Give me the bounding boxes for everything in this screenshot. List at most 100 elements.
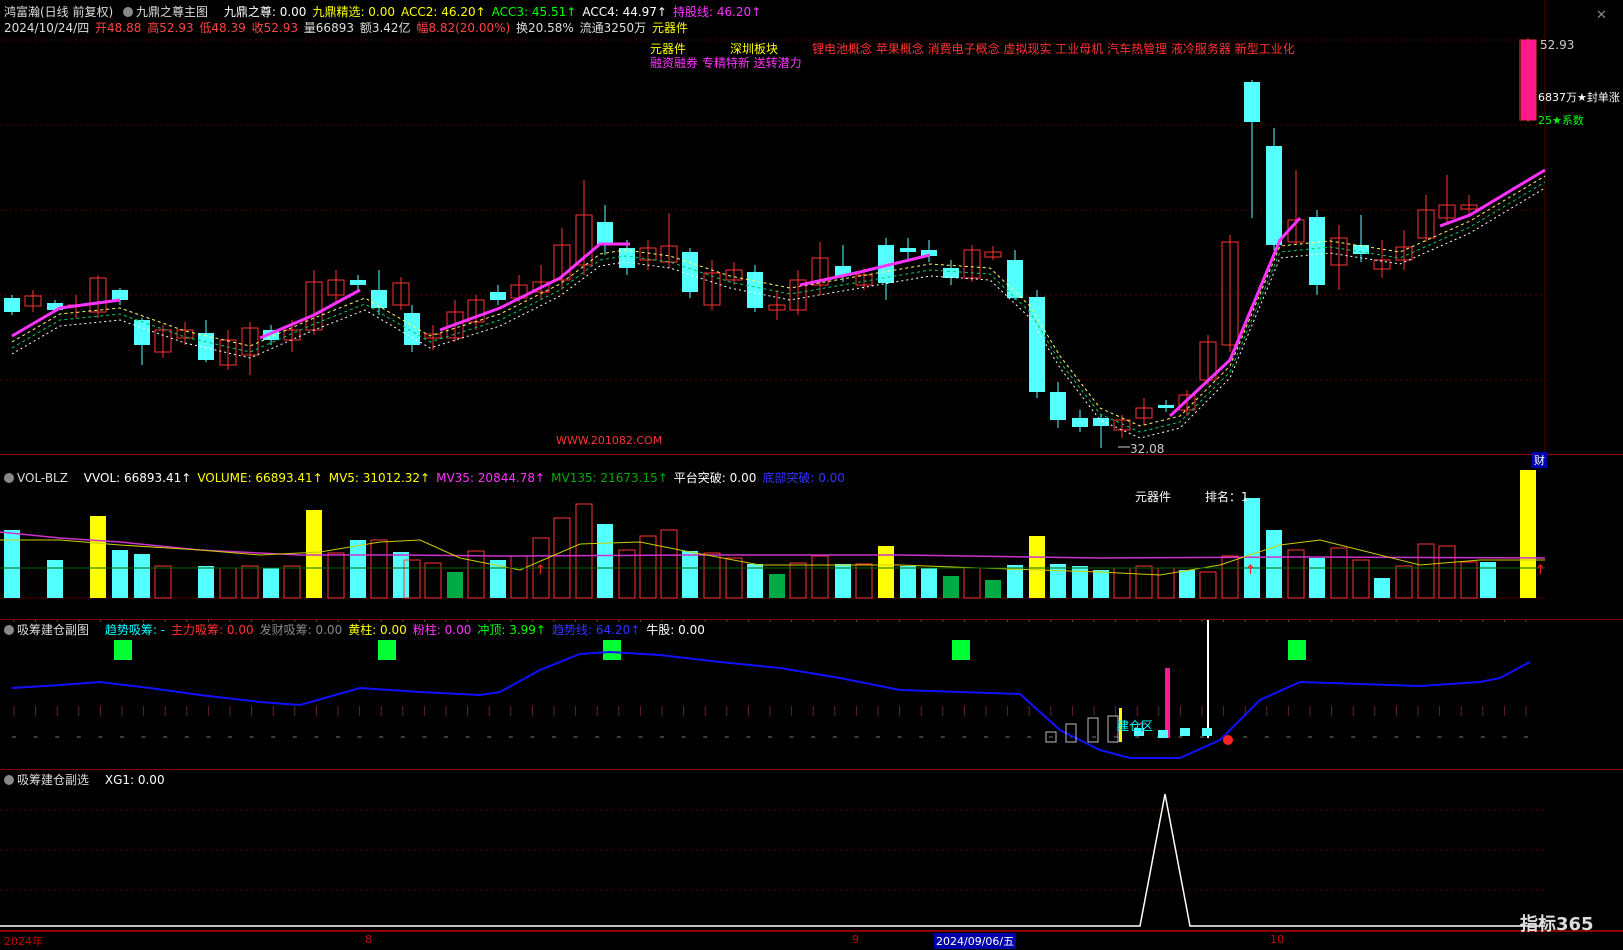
close-panel-icon[interactable]: ✕ (1596, 8, 1607, 23)
vol-field-3: MV35: 20844.78↑ (436, 471, 546, 485)
vol-field-5: 平台突破: 0.00 (673, 471, 757, 485)
volume-bar (1157, 567, 1175, 599)
main-field-5: 持股线: 46.20↑ (672, 5, 762, 19)
signal-square (603, 640, 621, 660)
candle-body (1158, 405, 1174, 408)
quote-high: 高52.93 (147, 21, 194, 35)
trend-line (11, 650, 1531, 759)
selection-panel[interactable]: 吸筹建仓副选 XG1: 0.00 (0, 770, 1623, 931)
volume-bar (447, 572, 463, 598)
volume-up-arrow: ↑ (1245, 563, 1256, 578)
quote-turnover: 换20.58% (516, 21, 574, 35)
main-header: 鸿富瀚(日线 前复权) 九鼎之尊主图 九鼎之尊: 0.00 九鼎精选: 0.00 A… (4, 4, 773, 20)
volume-bar (327, 552, 345, 599)
sub1-field-5: 冲顶: 3.99↑ (477, 623, 546, 637)
candle-body (371, 290, 387, 308)
cyan-marker (1180, 728, 1190, 736)
volume-bar (1374, 578, 1390, 598)
vol-field-1: VOLUME: 66893.41↑ (197, 471, 323, 485)
volume-bar (306, 510, 322, 598)
website-watermark: WWW.201082.COM (556, 434, 663, 447)
rank-sector: 元器件 (1135, 490, 1172, 504)
volume-bar (725, 557, 743, 599)
volume-panel[interactable]: ↑ ↑ ↑ VOL-BLZ VVOL: 66893.41↑ VOLUME: 66893… (0, 470, 1623, 620)
volume-bar (1221, 555, 1239, 599)
selection-indicator-name[interactable]: 吸筹建仓副选 (17, 773, 89, 787)
settings-icon[interactable] (4, 625, 14, 635)
quote-sector: 元器件 (652, 21, 689, 35)
volume-bar (467, 550, 485, 599)
accumulation-bar (1087, 717, 1099, 743)
cursor-date: 2024/09/06/五 (934, 933, 1017, 949)
volume-bar (1520, 470, 1536, 598)
candle-body (597, 222, 613, 245)
volume-bar (553, 517, 571, 599)
volume-bar (660, 529, 678, 599)
concept-tags: 锂电池概念 苹果概念 消费电子概念 虚拟现实 工业母机 汽车热管理 液冷服务器 … (812, 42, 1295, 56)
sub1-field-6: 趋势线: 64.20↑ (552, 623, 641, 637)
main-chart-panel[interactable]: 鸿富瀚(日线 前复权) 九鼎之尊主图 九鼎之尊: 0.00 九鼎精选: 0.00 A… (0, 0, 1623, 468)
candle-body (490, 292, 506, 300)
volume-bar (1460, 561, 1478, 599)
candle-body (1309, 217, 1325, 285)
quote-float: 流通3250万 (579, 21, 647, 35)
sub1-field-0: 趋势吸筹: - (104, 623, 166, 637)
candle-body (4, 298, 20, 312)
volume-bar (1093, 570, 1109, 598)
accumulation-indicator-name[interactable]: 吸筹建仓副图 (17, 623, 89, 637)
pink-bar (1165, 668, 1170, 738)
volume-indicator-name[interactable]: VOL-BLZ (17, 471, 68, 485)
selection-values: XG1: 0.00 (105, 773, 171, 787)
holding-line-segment (1168, 216, 1302, 418)
signal-square (114, 640, 132, 660)
volume-bar (1179, 570, 1195, 598)
main-field-0: 九鼎之尊: 0.00 (223, 5, 307, 19)
settings-icon[interactable] (4, 775, 14, 785)
finance-badge[interactable]: 财 (1532, 452, 1547, 468)
rank-label: 排名：1 (1205, 490, 1249, 504)
quote-amount: 额3.42亿 (359, 21, 411, 35)
red-dot-marker (1223, 735, 1233, 745)
candle-body (1029, 297, 1045, 392)
selection-chart[interactable] (0, 770, 1623, 931)
candlestick-chart[interactable] (0, 0, 1623, 455)
vol-field-6: 底部突破: 0.00 (762, 471, 845, 485)
quote-date: 2024/10/24/四 (4, 21, 90, 35)
mv35-line (0, 531, 1546, 559)
indicator-name[interactable]: 九鼎之尊主图 (136, 5, 208, 19)
signal-square (1288, 640, 1306, 660)
volume-up-arrow: ↑ (1535, 563, 1546, 578)
candle-body (943, 268, 959, 278)
holding-line-segment (11, 298, 121, 338)
accumulation-panel[interactable]: ↑ 吸筹建仓副图 趋势吸筹: - 主力吸筹: 0.00 发财吸筹: 0.00 黄柱: … (0, 620, 1623, 770)
volume-bar (855, 563, 873, 599)
settings-icon[interactable] (4, 473, 14, 483)
candle-body (1244, 82, 1260, 122)
volume-chart[interactable]: ↑ ↑ ↑ (0, 470, 1623, 620)
volume-bar (963, 567, 981, 599)
last-candle-body (1521, 40, 1536, 120)
cyan-marker (1158, 730, 1168, 738)
volume-bar (370, 539, 388, 599)
volume-bar (1007, 565, 1023, 598)
volume-bar (597, 524, 613, 598)
volume-bar (1330, 547, 1348, 599)
volume-bar (1352, 559, 1370, 599)
volume-bar (1244, 498, 1260, 598)
settings-icon[interactable] (123, 7, 134, 17)
sub1-field-4: 粉柱: 0.00 (412, 623, 472, 637)
candle-body (900, 248, 916, 252)
volume-bar (1050, 564, 1066, 598)
vol-field-0: VVOL: 66893.41↑ (83, 471, 192, 485)
axis-label: 10 (1270, 933, 1284, 946)
selection-header: 吸筹建仓副选 XG1: 0.00 (4, 772, 177, 788)
accumulation-zone-label: 建仓区 (1117, 719, 1154, 733)
volume-bar (47, 560, 63, 598)
candle-body (1266, 146, 1282, 245)
ma-line-yellow (11, 175, 1546, 427)
volume-bar (985, 580, 1001, 598)
volume-bar (263, 568, 279, 598)
sub1-field-3: 黄柱: 0.00 (348, 623, 407, 637)
accumulation-chart[interactable]: ↑ (0, 620, 1623, 770)
volume-bar (769, 574, 785, 598)
